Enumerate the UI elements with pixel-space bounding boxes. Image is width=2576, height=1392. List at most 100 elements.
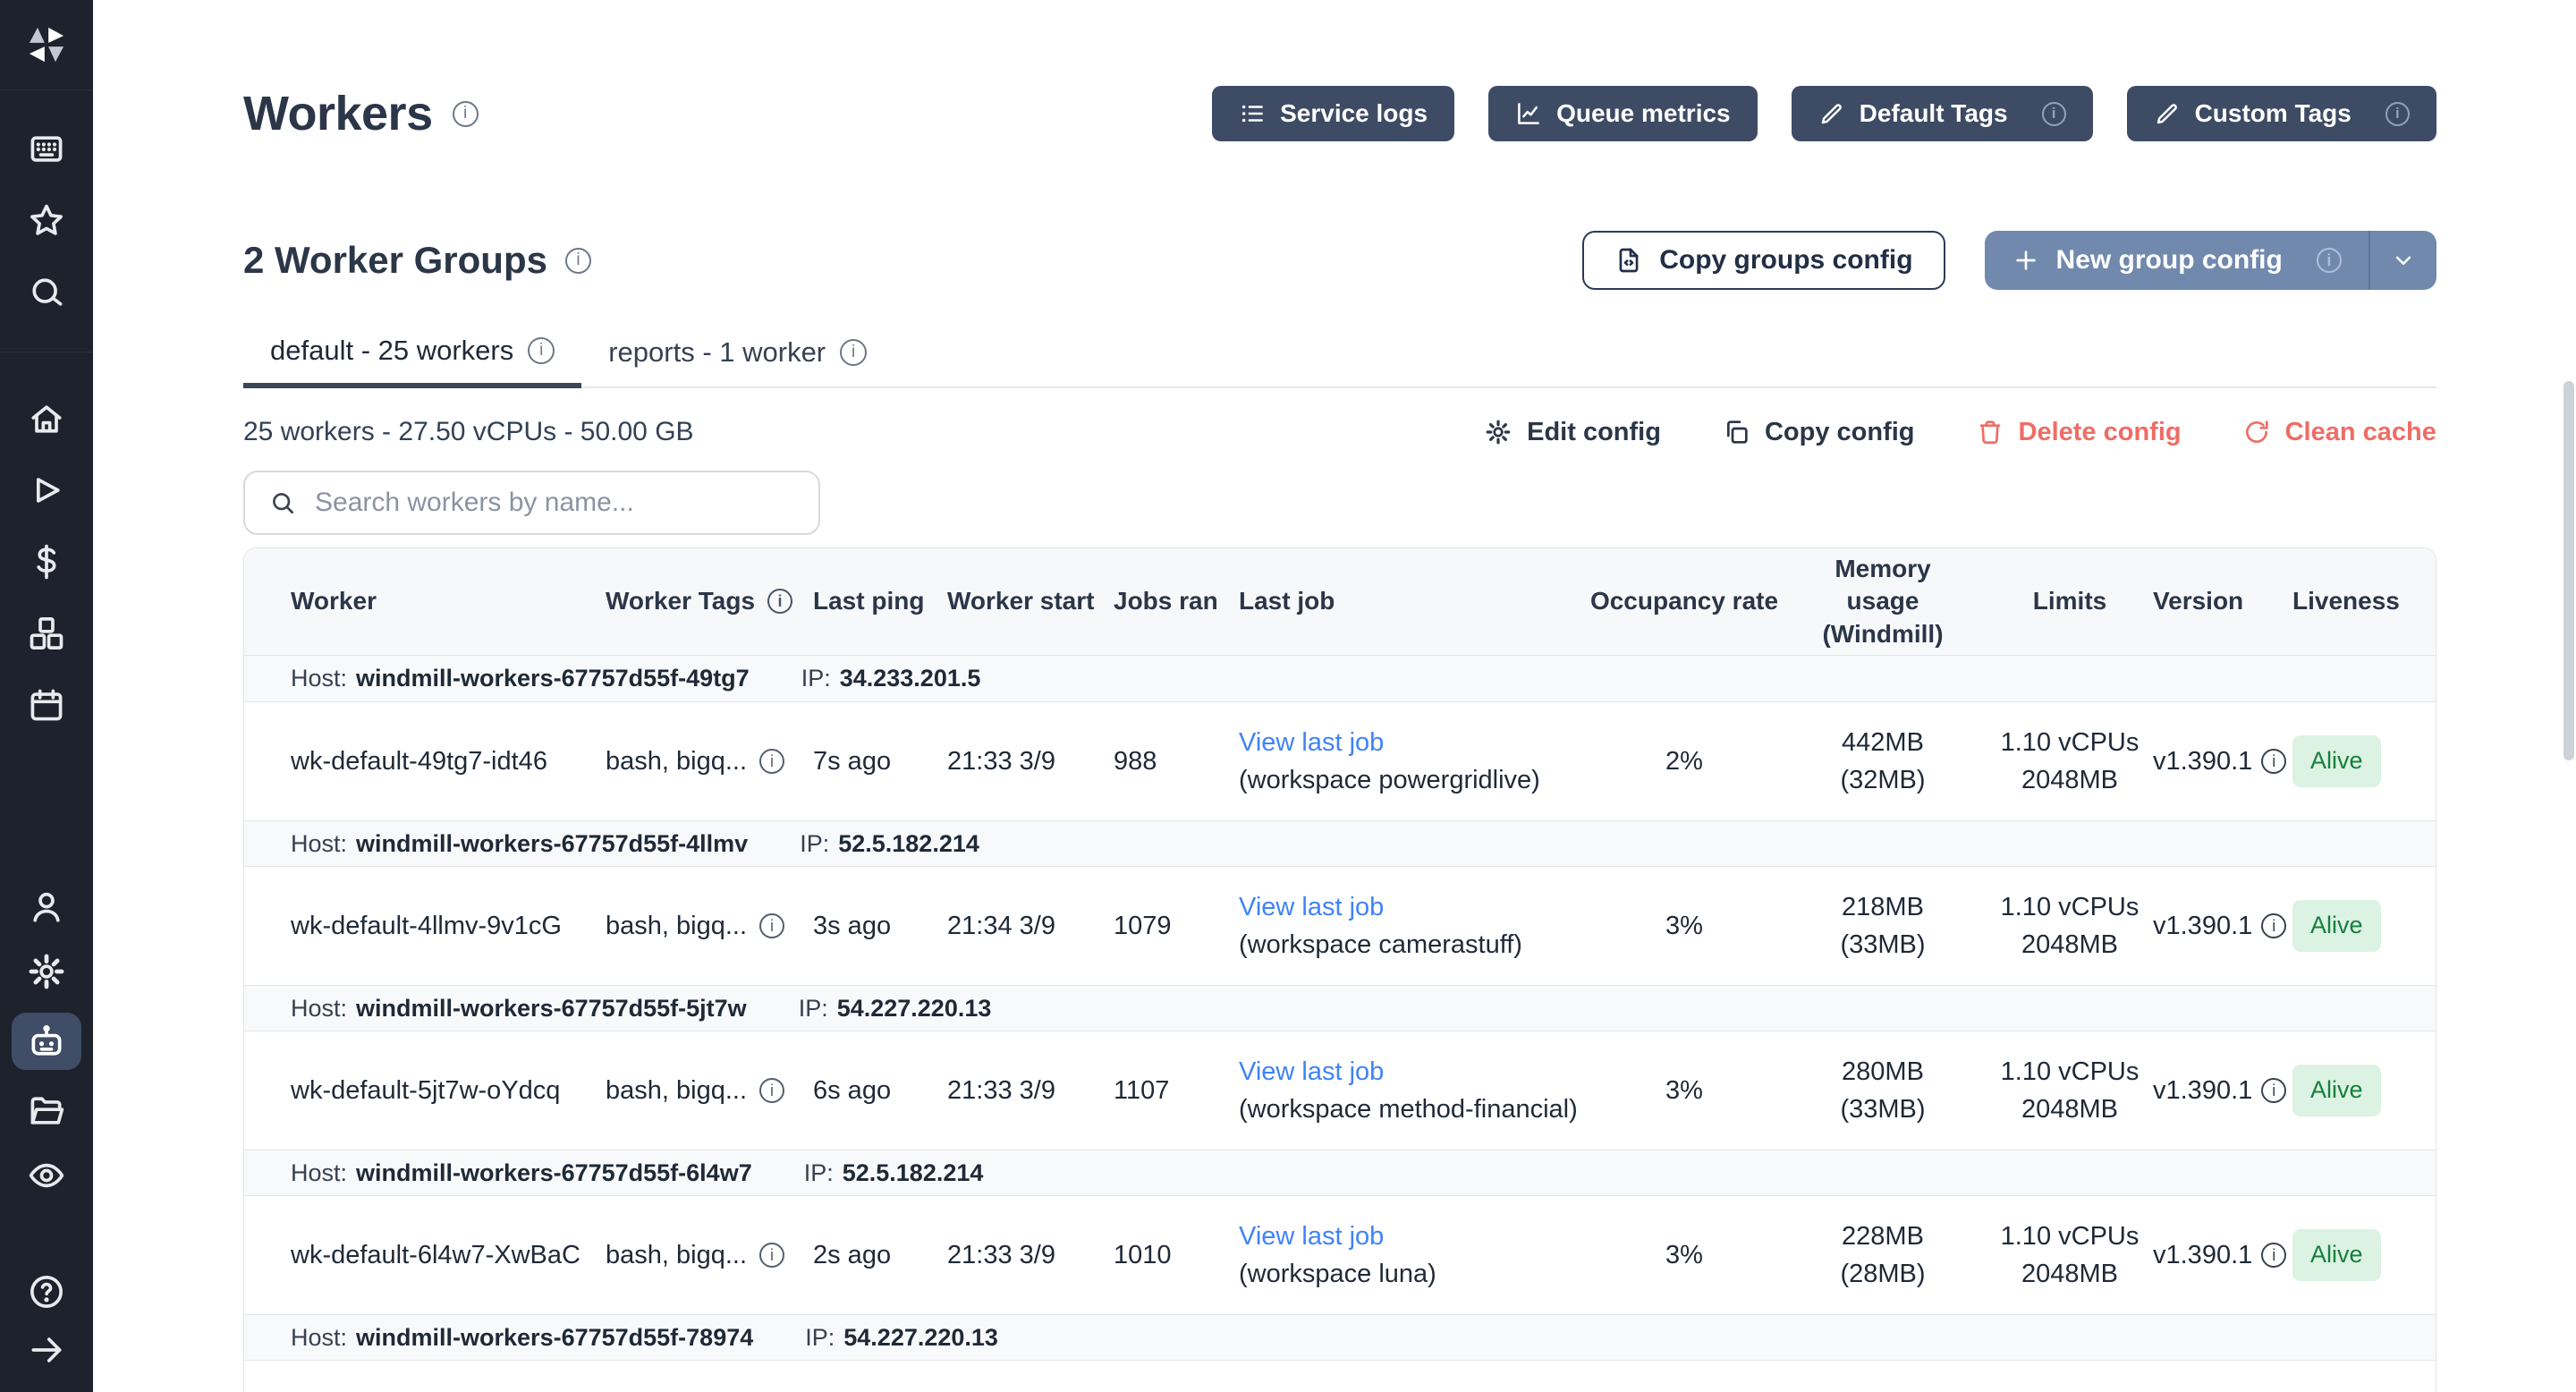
- info-icon[interactable]: [2385, 102, 2410, 126]
- host-row: Host: windmill-workers-67757d55f-78974 I…: [244, 1314, 2436, 1361]
- sidebar-group-footer: [0, 1261, 93, 1378]
- worker-tags: bash, bigq...: [606, 907, 813, 945]
- help-icon[interactable]: [0, 1261, 93, 1322]
- plus-icon: [2012, 246, 2040, 275]
- occupancy-rate: 3%: [1589, 1236, 1779, 1274]
- button-label: Copy groups config: [1659, 245, 1912, 276]
- view-last-job-link[interactable]: View last job: [1239, 1218, 1589, 1255]
- worker-group-tabs: default - 25 workers reports - 1 worker: [243, 335, 2436, 388]
- info-icon[interactable]: [759, 749, 784, 774]
- copy-icon: [1722, 418, 1750, 446]
- limits: 1.10 vCPUs2048MB: [1987, 1053, 2153, 1128]
- host-row: Host: windmill-workers-67757d55f-6l4w7 I…: [244, 1150, 2436, 1196]
- keypad-icon[interactable]: [0, 114, 93, 185]
- col-last-job: Last job: [1239, 585, 1589, 617]
- view-last-job-link[interactable]: View last job: [1239, 724, 1589, 761]
- limits: 1.10 vCPUs2048MB: [1987, 1218, 2153, 1293]
- folder-icon[interactable]: [0, 1079, 93, 1143]
- memory-usage: 280MB(33MB): [1779, 1053, 1987, 1128]
- sidebar-group-bottom: [0, 875, 93, 1208]
- sidebar-group-top: [0, 90, 93, 352]
- info-icon[interactable]: [759, 1243, 784, 1268]
- host-row: Host: windmill-workers-67757d55f-5jt7w I…: [244, 985, 2436, 1031]
- jobs-ran: 1010: [1114, 1236, 1239, 1274]
- worker-row: wk-default-49tg7-idt46 bash, bigq... 7s …: [244, 702, 2436, 820]
- info-icon[interactable]: [528, 337, 555, 364]
- play-icon[interactable]: [0, 454, 93, 526]
- info-icon[interactable]: [2261, 1243, 2286, 1268]
- host-label: Host:: [291, 995, 347, 1023]
- info-icon[interactable]: [759, 1078, 784, 1103]
- ip-label: IP:52.5.182.214: [804, 1159, 984, 1187]
- eye-icon[interactable]: [0, 1143, 93, 1208]
- tab-reports[interactable]: reports - 1 worker: [581, 335, 894, 386]
- table-header: Worker Worker Tags Last ping Worker star…: [244, 548, 2436, 656]
- expand-arrow-icon[interactable]: [0, 1322, 93, 1378]
- ip-label: IP:54.227.220.13: [805, 1324, 998, 1352]
- pencil-icon: [2154, 100, 2181, 127]
- memory-usage: 218MB(33MB): [1779, 888, 1987, 963]
- user-icon[interactable]: [0, 875, 93, 939]
- service-logs-button[interactable]: Service logs: [1212, 86, 1454, 141]
- worker-name: wk-default-5jt7w-oYdcq: [291, 1072, 606, 1109]
- custom-tags-button[interactable]: Custom Tags: [2127, 86, 2436, 141]
- info-icon[interactable]: [840, 339, 867, 366]
- info-icon[interactable]: [759, 913, 784, 938]
- search-icon[interactable]: [0, 257, 93, 328]
- button-label: Default Tags: [1860, 99, 2008, 128]
- col-liveness: Liveness: [2292, 585, 2400, 617]
- worker-search[interactable]: [243, 471, 820, 535]
- info-icon[interactable]: [453, 101, 479, 127]
- copy-config-button[interactable]: Copy config: [1722, 418, 1915, 447]
- clean-cache-button[interactable]: Clean cache: [2242, 418, 2436, 447]
- delete-config-button[interactable]: Delete config: [1976, 418, 2182, 447]
- button-label: Clean cache: [2285, 418, 2436, 447]
- page-title: Workers: [243, 86, 433, 141]
- gear-icon[interactable]: [0, 939, 93, 1004]
- occupancy-rate: 3%: [1589, 1072, 1779, 1109]
- calendar-icon[interactable]: [0, 669, 93, 741]
- star-icon[interactable]: [0, 185, 93, 257]
- edit-config-button[interactable]: Edit config: [1484, 418, 1661, 447]
- info-icon[interactable]: [2261, 749, 2286, 774]
- cubes-icon[interactable]: [0, 598, 93, 669]
- version: v1.390.1: [2153, 1236, 2292, 1274]
- info-icon[interactable]: [2261, 913, 2286, 938]
- default-tags-button[interactable]: Default Tags: [1792, 86, 2093, 141]
- app-root: Workers Service logs Queue metrics Defau…: [0, 0, 2576, 1392]
- last-job-workspace: (workspace powergridlive): [1239, 766, 1540, 794]
- info-icon[interactable]: [2042, 102, 2066, 126]
- home-icon[interactable]: [0, 383, 93, 454]
- queue-metrics-button[interactable]: Queue metrics: [1488, 86, 1758, 141]
- col-worker-tags: Worker Tags: [606, 585, 813, 617]
- robot-icon-active[interactable]: [0, 1004, 93, 1079]
- occupancy-rate: 3%: [1589, 907, 1779, 945]
- worker-tags: bash, bigq...: [606, 1072, 813, 1109]
- info-icon[interactable]: [565, 248, 591, 274]
- worker-start: 21:33 3/9: [947, 743, 1114, 780]
- col-last-ping: Last ping: [813, 585, 947, 617]
- worker-start: 21:33 3/9: [947, 1072, 1114, 1109]
- last-job: View last job (workspace luna): [1239, 1218, 1589, 1293]
- info-icon[interactable]: [767, 589, 792, 614]
- ip-label: IP:54.227.220.13: [799, 995, 992, 1023]
- tab-default[interactable]: default - 25 workers: [243, 335, 581, 388]
- scrollbar-thumb[interactable]: [2563, 381, 2574, 760]
- new-group-config-button[interactable]: New group config: [1985, 231, 2436, 290]
- button-label: New group config: [2056, 245, 2283, 276]
- info-icon[interactable]: [2317, 248, 2342, 273]
- search-input[interactable]: [315, 488, 795, 518]
- new-group-config-dropdown[interactable]: [2370, 231, 2436, 290]
- dollar-icon[interactable]: [0, 526, 93, 598]
- info-icon[interactable]: [2261, 1078, 2286, 1103]
- copy-groups-config-button[interactable]: Copy groups config: [1582, 231, 1945, 290]
- windmill-logo[interactable]: [0, 0, 93, 89]
- header-buttons: Service logs Queue metrics Default Tags …: [1212, 86, 2436, 141]
- host-label: Host:: [291, 1159, 347, 1187]
- view-last-job-link[interactable]: View last job: [1239, 1053, 1589, 1091]
- sidebar-group-main: [0, 352, 93, 741]
- view-last-job-link[interactable]: View last job: [1239, 888, 1589, 926]
- group-summary: 25 workers - 27.50 vCPUs - 50.00 GB: [243, 417, 694, 447]
- last-job: View last job (workspace powergridlive): [1239, 724, 1589, 799]
- worker-name: wk-default-6l4w7-XwBaC: [291, 1236, 606, 1274]
